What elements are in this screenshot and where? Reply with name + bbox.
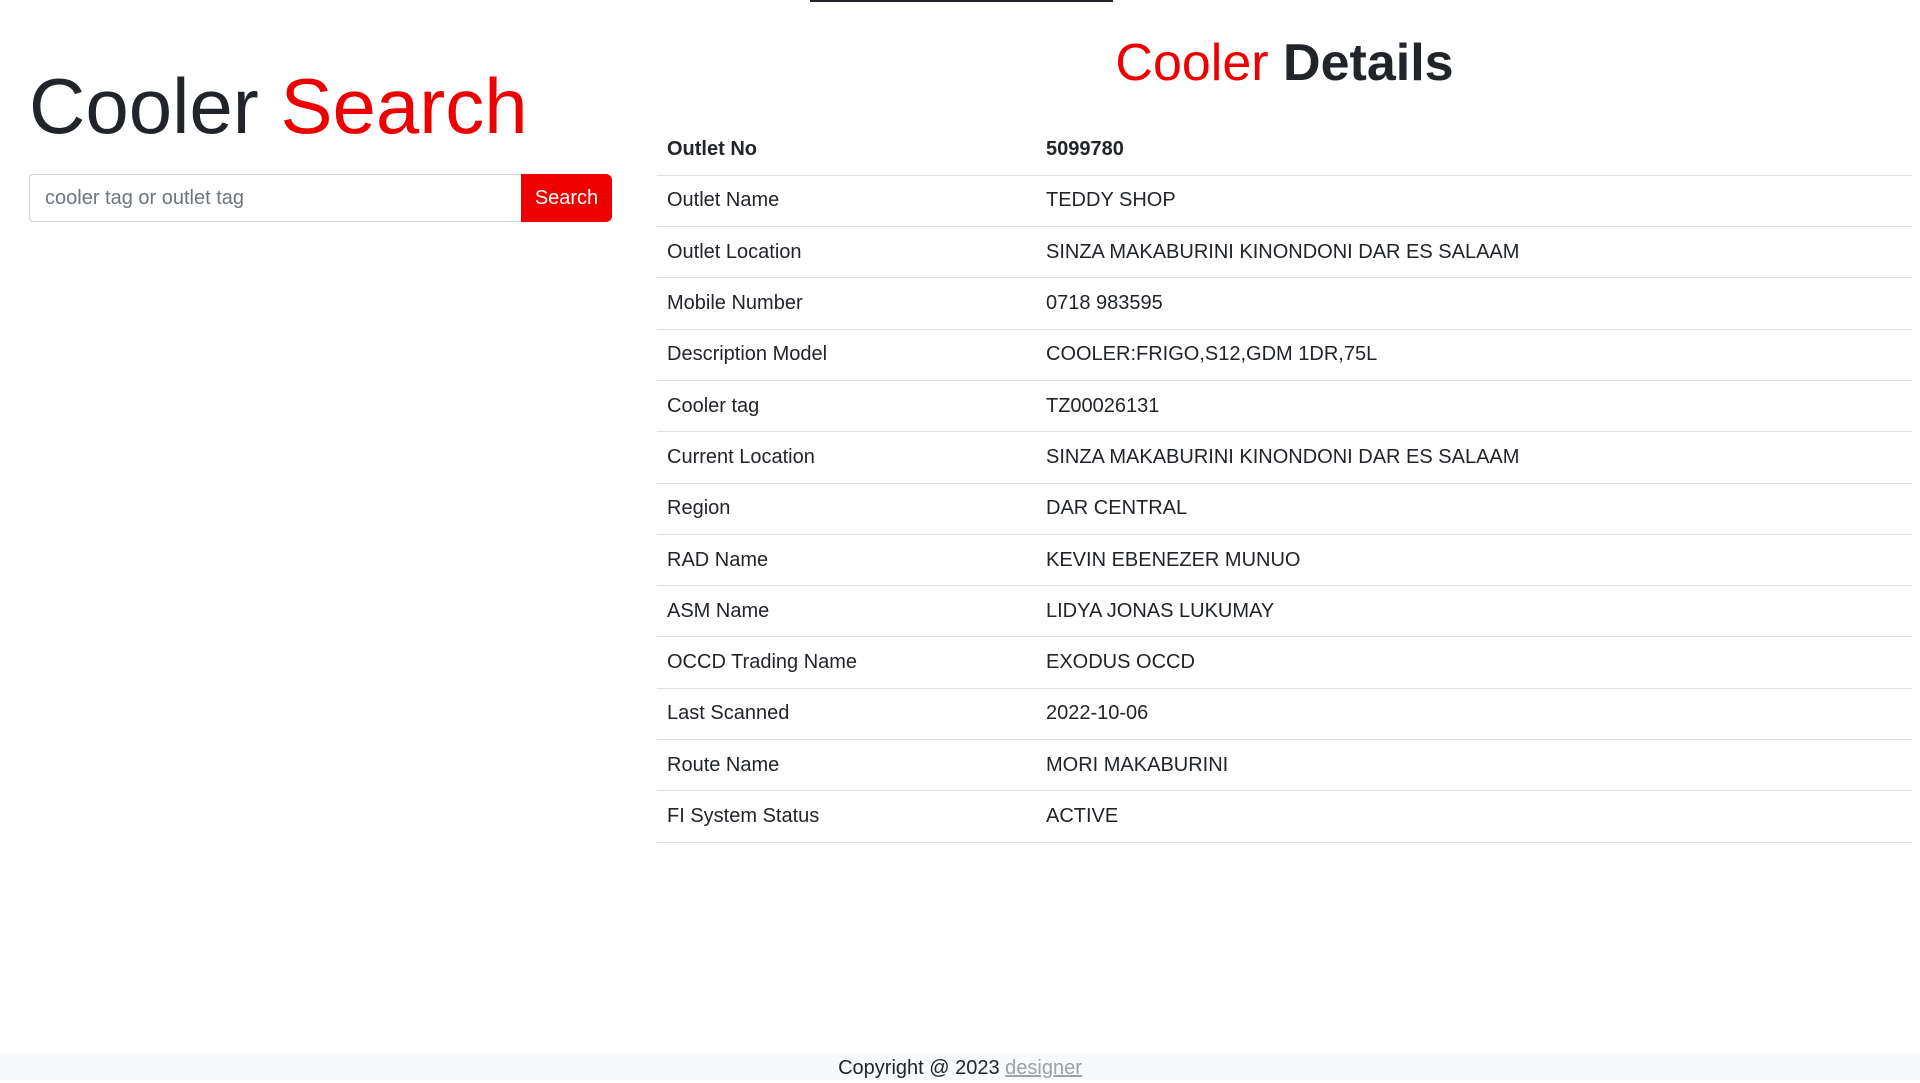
table-row-region: Region DAR CENTRAL [657, 483, 1912, 535]
table-row-current-location: Current Location SINZA MAKABURINI KINOND… [657, 432, 1912, 484]
search-title-accent: Search [280, 62, 528, 150]
row-label: FI System Status [667, 805, 820, 827]
row-label: Outlet Location [667, 240, 802, 263]
row-value: 5099780 [1046, 137, 1124, 160]
search-input[interactable] [29, 174, 521, 222]
copyright-text: Copyright @ 2023 [838, 1057, 1000, 1079]
table-row-outlet-no: Outlet No 5099780 [657, 124, 1912, 176]
row-label: Description Model [667, 343, 828, 366]
row-label: ASM Name [667, 599, 770, 622]
row-label: Last Scanned [667, 702, 790, 725]
top-bar [810, 0, 1113, 2]
table-row-cooler-tag: Cooler tag TZ00026131 [657, 380, 1912, 432]
row-label: Region [667, 497, 731, 520]
search-title-main: Cooler [29, 62, 259, 150]
row-label: OCCD Trading Name [667, 651, 858, 674]
row-value: LIDYA JONAS LUKUMAY [1046, 599, 1275, 622]
table-row-mobile-number: Mobile Number 0718 983595 [657, 278, 1912, 330]
row-value: EXODUS OCCD [1046, 651, 1195, 674]
footer: Copyright @ 2023 designer [0, 1053, 1920, 1080]
table-row-asm-name: ASM Name LIDYA JONAS LUKUMAY [657, 586, 1912, 637]
row-label: Outlet No [667, 137, 757, 160]
row-value: TEDDY SHOP [1046, 189, 1176, 212]
search-title: Cooler Search [29, 62, 528, 150]
table-row-rad-name: RAD Name KEVIN EBENEZER MUNUO [657, 534, 1912, 586]
row-value: KEVIN EBENEZER MUNUO [1046, 548, 1301, 571]
row-value: SINZA MAKABURINI KINONDONI DAR ES SALAAM [1046, 240, 1520, 263]
row-value: 2022-10-06 [1046, 702, 1149, 725]
search-panel: Cooler Search Search [0, 0, 630, 1040]
row-label: Cooler tag [667, 394, 760, 417]
details-title-accent: Cooler [1115, 34, 1269, 92]
details-table: Outlet No 5099780 Outlet Name TEDDY SHOP… [657, 124, 1912, 843]
row-value: SINZA MAKABURINI KINONDONI DAR ES SALAAM [1046, 445, 1520, 468]
search-button[interactable]: Search [521, 174, 612, 222]
details-title-main: Details [1283, 34, 1454, 92]
table-row-occd-trading-name: OCCD Trading Name EXODUS OCCD [657, 637, 1912, 689]
row-value: 0718 983595 [1046, 292, 1163, 315]
table-row-outlet-name: Outlet Name TEDDY SHOP [657, 175, 1912, 227]
table-row-outlet-location: Outlet Location SINZA MAKABURINI KINONDO… [657, 227, 1912, 278]
row-label: Route Name [667, 753, 780, 776]
row-label: Outlet Name [667, 189, 780, 212]
table-row-fi-system-status: FI System Status ACTIVE [657, 791, 1912, 843]
search-form: Search [29, 174, 612, 222]
designer-link[interactable]: designer [1005, 1057, 1082, 1079]
table-row-description-model: Description Model COOLER:FRIGO,S12,GDM 1… [657, 329, 1912, 381]
row-value: MORI MAKABURINI [1046, 753, 1229, 776]
table-row-last-scanned: Last Scanned 2022-10-06 [657, 688, 1912, 740]
row-value: TZ00026131 [1046, 394, 1160, 417]
row-value: COOLER:FRIGO,S12,GDM 1DR,75L [1046, 343, 1378, 366]
row-value: DAR CENTRAL [1046, 497, 1188, 520]
row-label: RAD Name [667, 548, 769, 571]
row-value: ACTIVE [1046, 805, 1119, 827]
table-row-route-name: Route Name MORI MAKABURINI [657, 740, 1912, 791]
details-title: Cooler Details [657, 32, 1912, 94]
row-label: Current Location [667, 445, 815, 468]
row-label: Mobile Number [667, 292, 803, 315]
